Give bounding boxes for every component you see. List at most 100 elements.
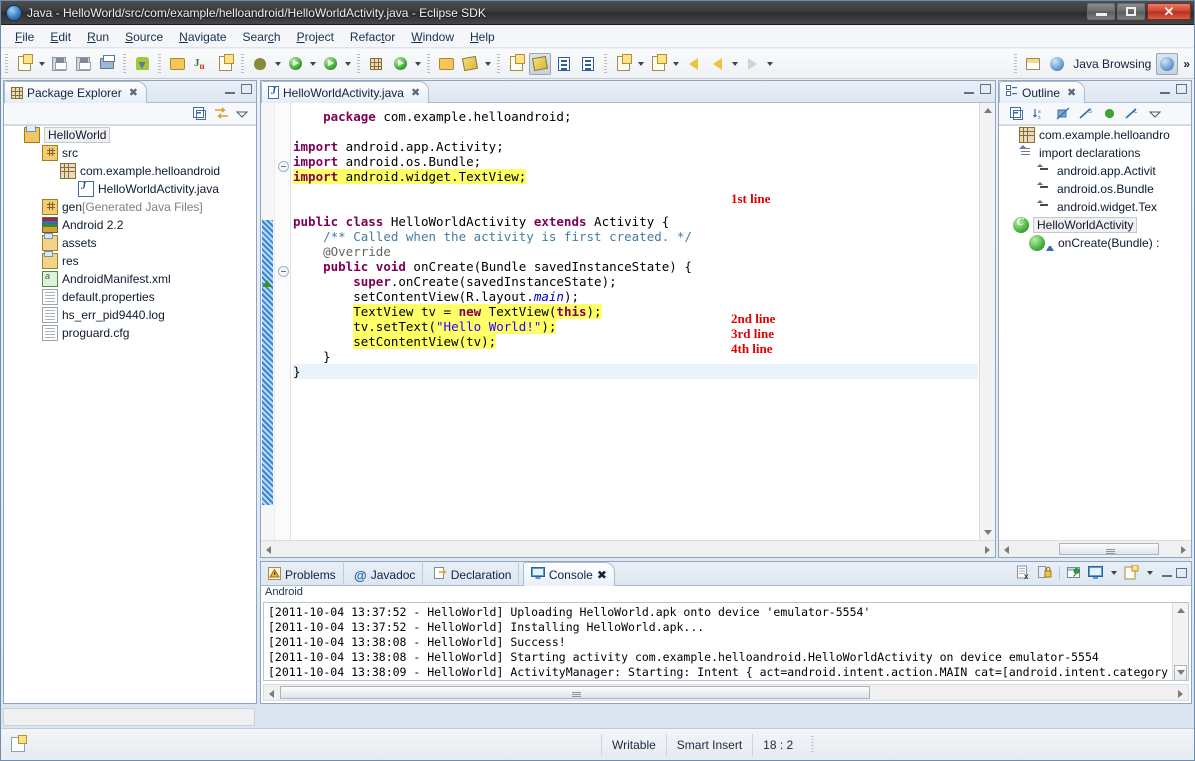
- tree-item-assets[interactable]: assets: [4, 234, 256, 252]
- toolbar-grip[interactable]: [357, 54, 360, 74]
- java-browsing-perspective-icon-btn[interactable]: [1046, 53, 1068, 75]
- hide-local-types-icon[interactable]: L: [1124, 106, 1140, 122]
- print-button[interactable]: [96, 53, 118, 75]
- menu-window[interactable]: Window: [403, 28, 462, 46]
- scroll-right-icon[interactable]: [985, 546, 990, 554]
- tree-item-src[interactable]: src: [4, 144, 256, 162]
- scrollbar-thumb[interactable]: [280, 686, 870, 699]
- console-vertical-scrollbar[interactable]: [1172, 603, 1188, 680]
- menu-project[interactable]: Project: [289, 28, 342, 46]
- tab-declaration[interactable]: Declaration: [427, 563, 520, 587]
- external-tools-button[interactable]: [319, 53, 341, 75]
- editor-horizontal-scrollbar[interactable]: [261, 540, 995, 557]
- scroll-up-icon[interactable]: [984, 108, 992, 113]
- link-editor-icon[interactable]: [213, 106, 229, 122]
- debug-dropdown[interactable]: [272, 53, 283, 75]
- view-menu-icon[interactable]: [234, 106, 250, 122]
- menu-refactor[interactable]: Refactor: [342, 28, 403, 46]
- outline-item-import-declarations[interactable]: import declarations: [999, 144, 1191, 162]
- view-menu-icon[interactable]: [1147, 106, 1163, 122]
- tree-item-res[interactable]: res: [4, 252, 256, 270]
- maximize-icon[interactable]: [1176, 84, 1187, 94]
- back-button[interactable]: [706, 53, 728, 75]
- external-tools-dropdown[interactable]: [342, 53, 353, 75]
- last-edit-location-button[interactable]: [682, 53, 704, 75]
- minimize-icon[interactable]: [225, 85, 235, 94]
- scroll-right-icon[interactable]: [1178, 690, 1183, 698]
- new-java-class-button[interactable]: [389, 53, 411, 75]
- java-perspective-button[interactable]: [1156, 53, 1178, 75]
- tree-item-android-library[interactable]: Android 2.2: [4, 216, 256, 234]
- outline-item-class[interactable]: HelloWorldActivity: [999, 216, 1191, 234]
- outline-item-package[interactable]: com.example.helloandro: [999, 126, 1191, 144]
- tab-outline[interactable]: Outline ✖: [999, 81, 1085, 103]
- outline-horizontal-scrollbar[interactable]: [999, 540, 1191, 557]
- tab-helloworldactivity-java[interactable]: HelloWorldActivity.java ✖: [261, 81, 429, 103]
- scroll-left-icon[interactable]: [266, 546, 271, 554]
- next-annotation-dropdown[interactable]: [635, 53, 646, 75]
- tree-item-proguard-cfg[interactable]: proguard.cfg: [4, 324, 256, 342]
- hide-fields-icon[interactable]: [1055, 106, 1071, 122]
- collapse-all-icon[interactable]: [192, 106, 208, 122]
- menu-search[interactable]: Search: [235, 28, 289, 46]
- toggle-highlight-button[interactable]: [529, 53, 551, 75]
- save-button[interactable]: [48, 53, 70, 75]
- run-button[interactable]: [284, 53, 306, 75]
- new-task-button[interactable]: [459, 53, 481, 75]
- previous-annotation-button[interactable]: [647, 53, 669, 75]
- close-icon[interactable]: ✖: [597, 568, 607, 582]
- perspective-grip[interactable]: [1014, 54, 1017, 74]
- scrollbar-thumb[interactable]: [1059, 543, 1159, 555]
- editor-folding-ruler[interactable]: [275, 103, 291, 540]
- minimize-button[interactable]: [1087, 3, 1115, 20]
- code-editor[interactable]: package com.example.helloandroid; import…: [261, 103, 995, 557]
- toolbar-grip[interactable]: [158, 54, 161, 74]
- package-explorer-horizontal-scrollbar[interactable]: [3, 708, 255, 726]
- run-dropdown[interactable]: [307, 53, 318, 75]
- outline-item-oncreate-method[interactable]: onCreate(Bundle) :: [999, 234, 1191, 252]
- open-perspective-button[interactable]: [1022, 53, 1044, 75]
- minimize-icon[interactable]: [964, 85, 974, 94]
- close-icon[interactable]: ✖: [1067, 86, 1076, 99]
- perspective-overflow[interactable]: »: [1183, 57, 1190, 71]
- tree-item-android-manifest[interactable]: AndroidManifest.xml: [4, 270, 256, 288]
- previous-annotation-dropdown[interactable]: [670, 53, 681, 75]
- menu-source[interactable]: Source: [117, 28, 171, 46]
- outline-item-import-bundle[interactable]: android.os.Bundle: [999, 180, 1191, 198]
- close-button[interactable]: ✕: [1147, 3, 1191, 20]
- new-java-class-dropdown[interactable]: [412, 53, 423, 75]
- tree-item-package[interactable]: com.example.helloandroid: [4, 162, 256, 180]
- status-resize-grip[interactable]: [811, 736, 814, 754]
- tab-javadoc[interactable]: @ Javadoc: [347, 563, 423, 587]
- new-task-dropdown[interactable]: [482, 53, 493, 75]
- forward-button[interactable]: [741, 53, 763, 75]
- open-console-dropdown[interactable]: [1144, 565, 1155, 581]
- scroll-left-icon[interactable]: [1004, 546, 1009, 554]
- menu-navigate[interactable]: Navigate: [171, 28, 234, 46]
- editor-vertical-scrollbar[interactable]: [979, 103, 995, 540]
- console-output-area[interactable]: [2011-10-04 13:37:52 - HelloWorld] Uploa…: [263, 602, 1189, 681]
- new-wizard-dropdown[interactable]: [36, 53, 47, 75]
- scroll-down-icon[interactable]: [984, 530, 992, 535]
- toolbar-grip[interactable]: [123, 54, 126, 74]
- hide-static-icon[interactable]: S: [1078, 106, 1094, 122]
- toolbar-grip[interactable]: [604, 54, 607, 74]
- scroll-up-icon[interactable]: [1177, 608, 1185, 613]
- menu-edit[interactable]: Edit: [42, 28, 79, 46]
- toolbar-grip[interactable]: [241, 54, 244, 74]
- pin-console-icon[interactable]: [1066, 564, 1083, 581]
- console-horizontal-scrollbar[interactable]: [263, 684, 1189, 701]
- scroll-left-icon[interactable]: [269, 690, 274, 698]
- collapse-all-icon[interactable]: [1009, 106, 1025, 122]
- editor-source-text[interactable]: package com.example.helloandroid; import…: [293, 103, 978, 540]
- toolbar-grip[interactable]: [497, 54, 500, 74]
- fold-marker-imports[interactable]: [278, 161, 289, 172]
- scroll-right-icon[interactable]: [1181, 546, 1186, 554]
- mark-occurrences-button[interactable]: [505, 53, 527, 75]
- tab-console[interactable]: Console ✖: [523, 562, 615, 586]
- tree-item-hs-err-log[interactable]: hs_err_pid9440.log: [4, 306, 256, 324]
- open-console-icon[interactable]: [1123, 564, 1140, 581]
- open-type-button[interactable]: [166, 53, 188, 75]
- show-source-blocks-button[interactable]: [553, 53, 575, 75]
- minimize-icon[interactable]: [1160, 85, 1170, 94]
